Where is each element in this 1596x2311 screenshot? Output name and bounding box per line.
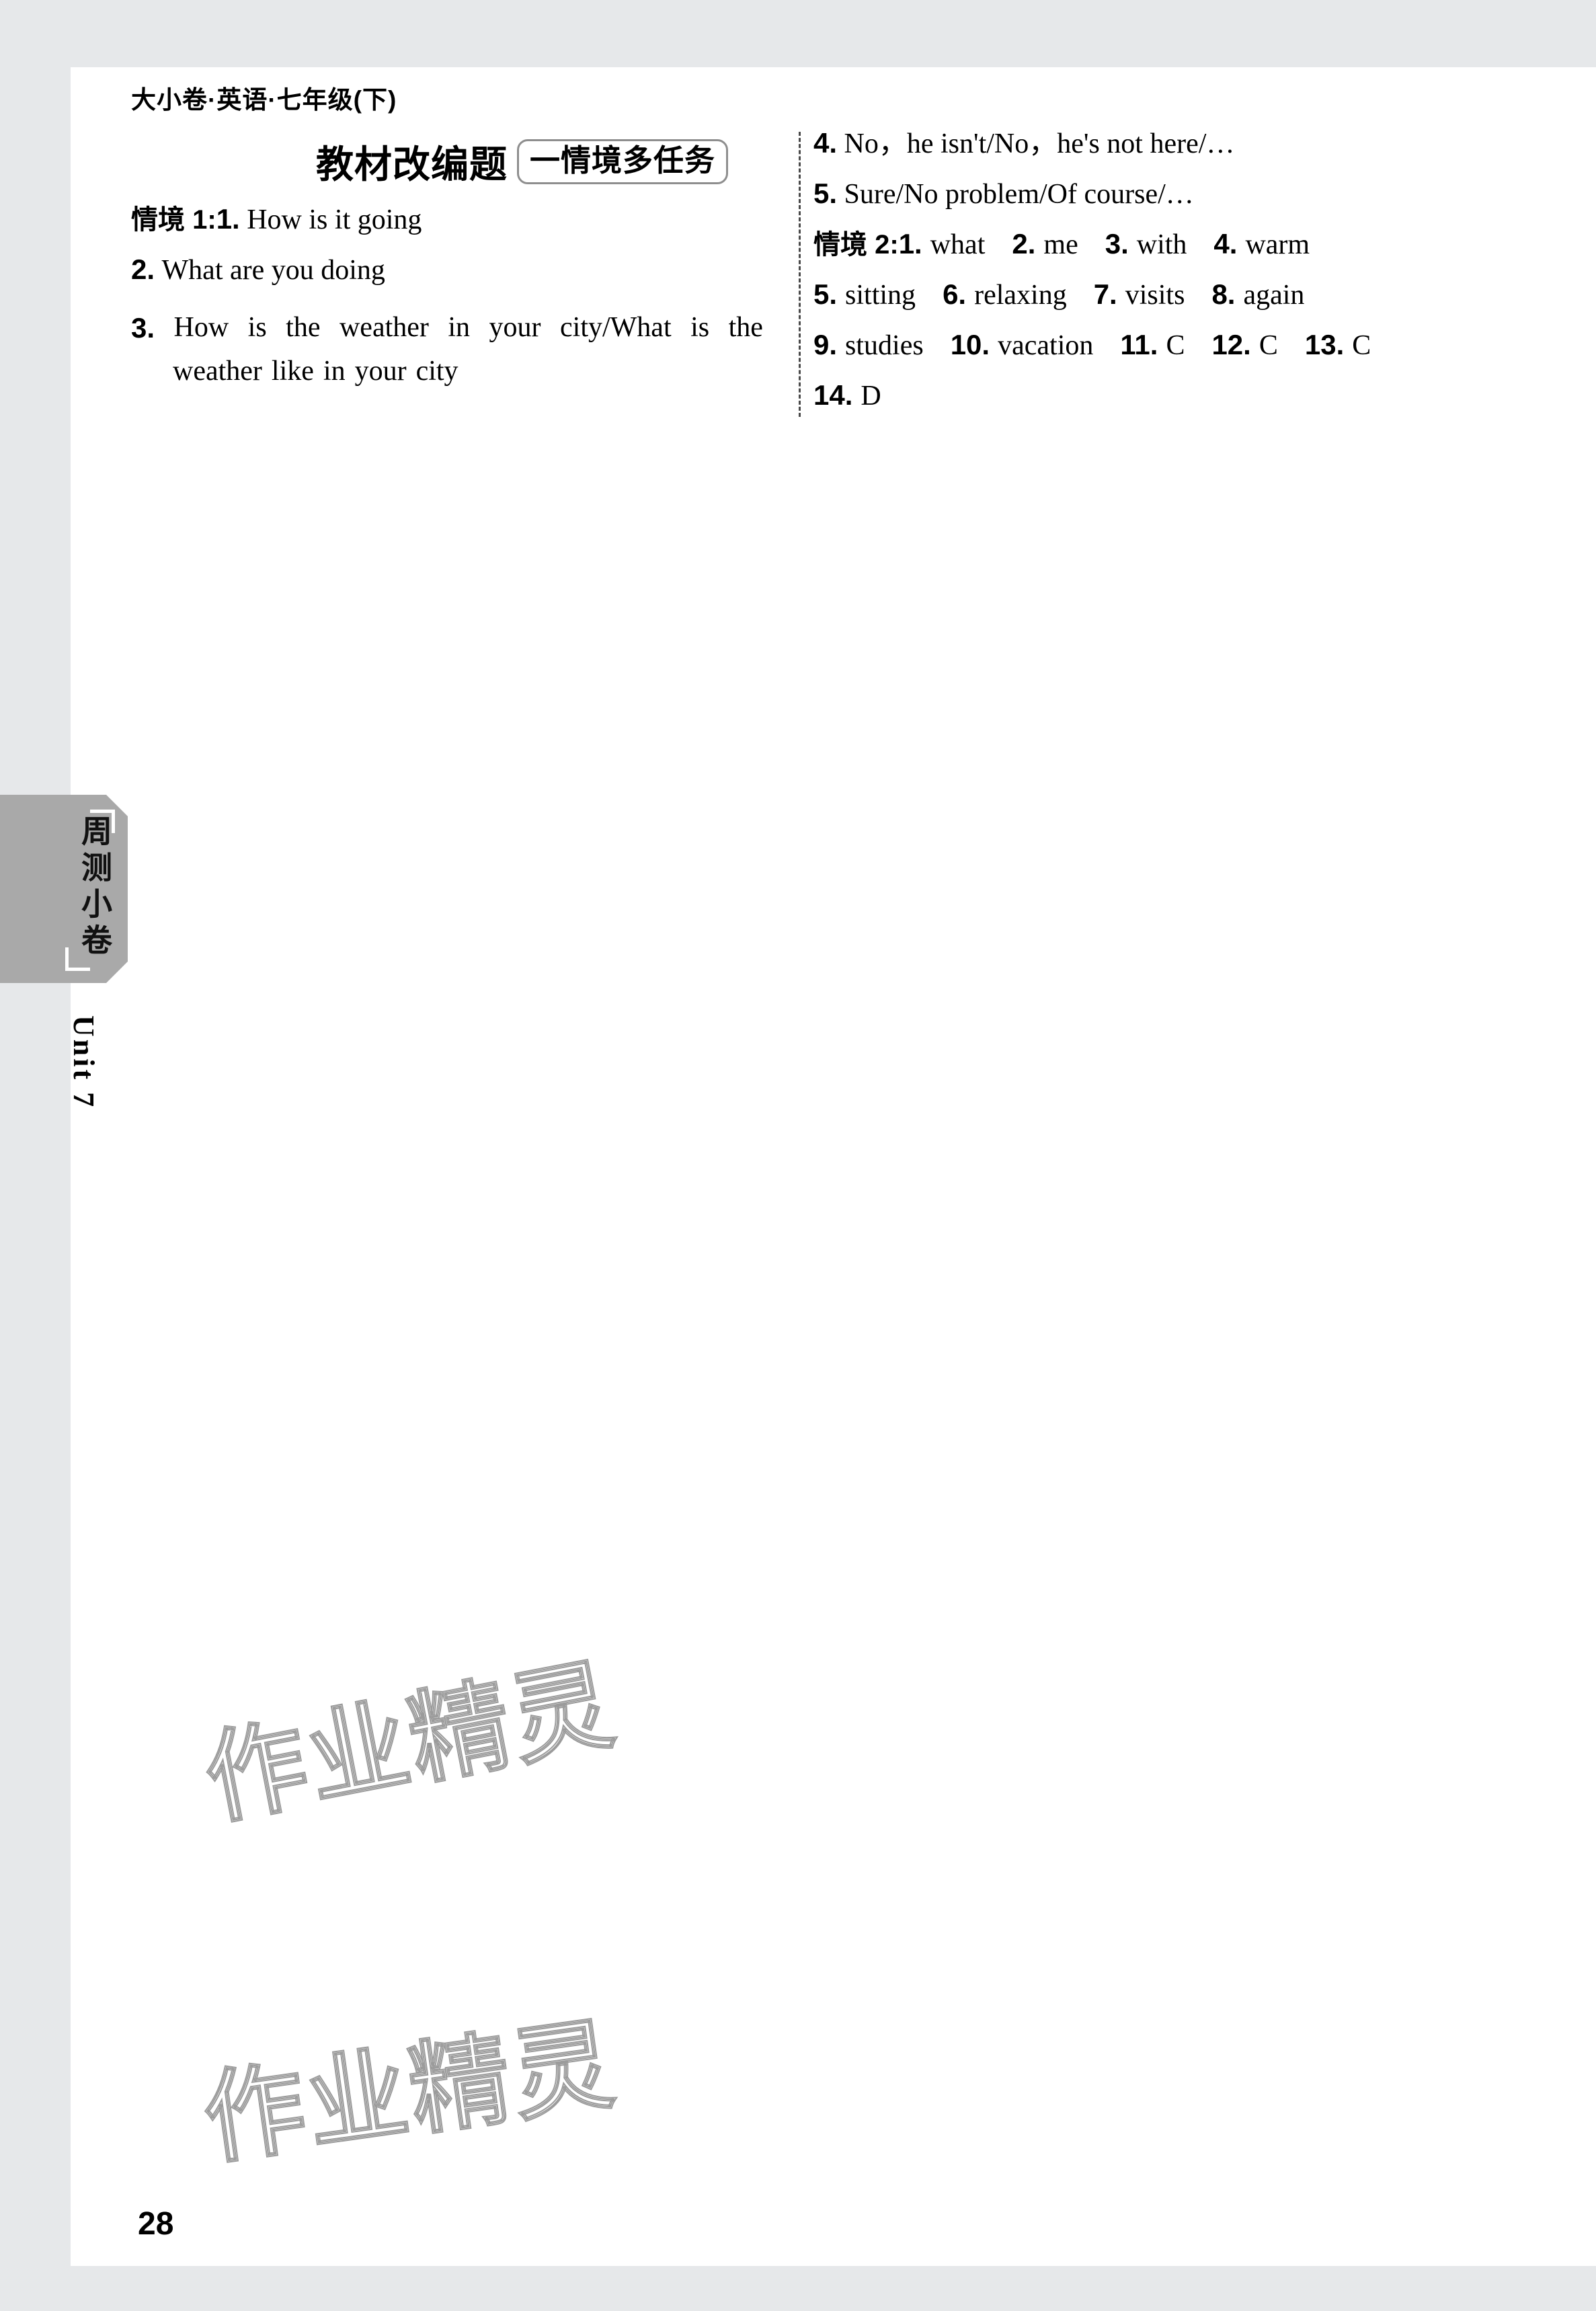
answer-text: What are you doing	[161, 255, 385, 286]
answer-number: 3.	[131, 312, 155, 344]
answer-item: 13. C	[1305, 331, 1371, 360]
side-tab-label: 周测小卷	[77, 815, 112, 960]
answer-line: 4. No，he isn't/No，he's not here/…	[813, 127, 1455, 159]
answer-item: 12. C	[1211, 331, 1277, 360]
answer-number: 1.	[216, 203, 240, 235]
answer-text: with	[1136, 229, 1187, 260]
scene-label: 情境 2:	[813, 230, 899, 260]
answer-item: 5. sitting	[813, 278, 916, 311]
answer-number: 5.	[813, 278, 838, 310]
answer-text: Sure/No problem/Of course/…	[844, 179, 1194, 210]
answer-text-word: weather	[173, 356, 262, 387]
answer-item: 10. vacation	[951, 331, 1094, 360]
answer-item: 2. me	[1012, 228, 1078, 260]
answer-text-word: the	[286, 312, 321, 343]
answer-number: 9.	[813, 329, 838, 360]
answer-text-word: like	[271, 356, 314, 387]
side-tab: 周测小卷	[0, 795, 128, 983]
answer-text: relaxing	[974, 280, 1067, 311]
answer-line: 3. How is the weather in your city/What …	[131, 306, 763, 393]
answer-item: 1. what	[898, 228, 986, 260]
answer-text: warm	[1245, 229, 1310, 260]
answer-item: 8. again	[1211, 278, 1305, 311]
answer-number: 2.	[1012, 228, 1036, 260]
answer-line: 情境 2:1. what 2. me 3. with 4. warm	[813, 228, 1455, 260]
answer-number: 4.	[813, 127, 838, 159]
answer-item: 6. relaxing	[943, 278, 1067, 311]
answer-item: 14. D	[813, 379, 881, 412]
answer-number: 11.	[1120, 329, 1158, 360]
answer-text: again	[1243, 280, 1305, 311]
section-title-row: 教材改编题 一情境多任务	[316, 134, 729, 189]
answer-text-word: How	[173, 312, 229, 343]
answer-text-word: city/What	[560, 312, 672, 343]
answer-text-word: weather	[339, 312, 429, 343]
answer-text: me	[1043, 229, 1078, 260]
answer-text: No，he isn't/No，he's not here/…	[844, 128, 1235, 159]
answer-number: 6.	[943, 278, 967, 310]
answer-text-word: your	[354, 356, 407, 387]
answer-number: 10.	[950, 329, 990, 360]
answer-number: 8.	[1211, 278, 1236, 310]
answer-number: 5.	[813, 178, 838, 209]
column-divider	[799, 132, 801, 417]
answer-line: 情境 1:1. How is it going	[131, 203, 773, 235]
answer-line: 2. What are you doing	[131, 253, 773, 286]
answer-number: 4.	[1213, 228, 1238, 260]
answer-number: 3.	[1105, 228, 1129, 260]
answer-text-word: is	[690, 312, 710, 343]
answer-number: 2.	[131, 253, 155, 285]
answer-text: C	[1259, 330, 1278, 361]
answer-text: visits	[1125, 280, 1185, 311]
page-number: 28	[138, 2206, 174, 2242]
answers-column-left: 情境 1:1. How is it going 2. What are you …	[131, 205, 773, 411]
corner-bracket-bottom-icon	[65, 947, 90, 971]
answer-text-word: in	[448, 312, 471, 343]
answer-line: 14. D	[813, 379, 1455, 412]
side-tab-inner: 周测小卷	[0, 795, 128, 983]
answer-number: 14.	[813, 379, 853, 411]
answer-text-word: your	[489, 312, 541, 343]
answer-line: 5. sitting 6. relaxing 7. visits 8. again	[813, 278, 1455, 311]
answer-text: D	[861, 381, 881, 412]
answer-text: studies	[845, 330, 924, 361]
answer-item: 3. with	[1105, 228, 1187, 260]
answer-number: 7.	[1093, 278, 1117, 310]
answer-number: 13.	[1304, 329, 1345, 360]
answer-item: 7. visits	[1093, 278, 1185, 311]
answer-text: sitting	[845, 280, 916, 311]
section-title: 教材改编题	[316, 143, 508, 186]
section-title-badge: 一情境多任务	[517, 139, 729, 185]
answer-text: C	[1166, 330, 1185, 361]
answer-text-word: the	[728, 312, 763, 343]
answer-number: 12.	[1211, 329, 1251, 360]
answer-text: vacation	[998, 330, 1094, 361]
unit-label: Unit 7	[67, 1015, 100, 1110]
running-head: 大小卷·英语·七年级(下)	[131, 86, 397, 114]
answer-text: How is it going	[247, 204, 422, 235]
answer-number: 1.	[898, 228, 922, 260]
answer-line: 5. Sure/No problem/Of course/…	[813, 178, 1455, 210]
answer-text: C	[1352, 330, 1371, 361]
answers-column-right: 4. No，he isn't/No，he's not here/… 5. Sur…	[813, 129, 1455, 432]
answer-text-word: is	[247, 312, 267, 343]
answer-text-word: city	[415, 356, 458, 387]
answer-text: what	[930, 229, 986, 260]
answer-line: 9. studies 10. vacation 11. C 12. C 13. C	[813, 331, 1455, 360]
answer-text-word: in	[323, 356, 346, 387]
answer-item: 9. studies	[813, 331, 924, 360]
answer-item: 11. C	[1120, 331, 1185, 360]
answer-item: 4. warm	[1213, 228, 1310, 260]
scene-label: 情境 1:	[131, 205, 216, 235]
